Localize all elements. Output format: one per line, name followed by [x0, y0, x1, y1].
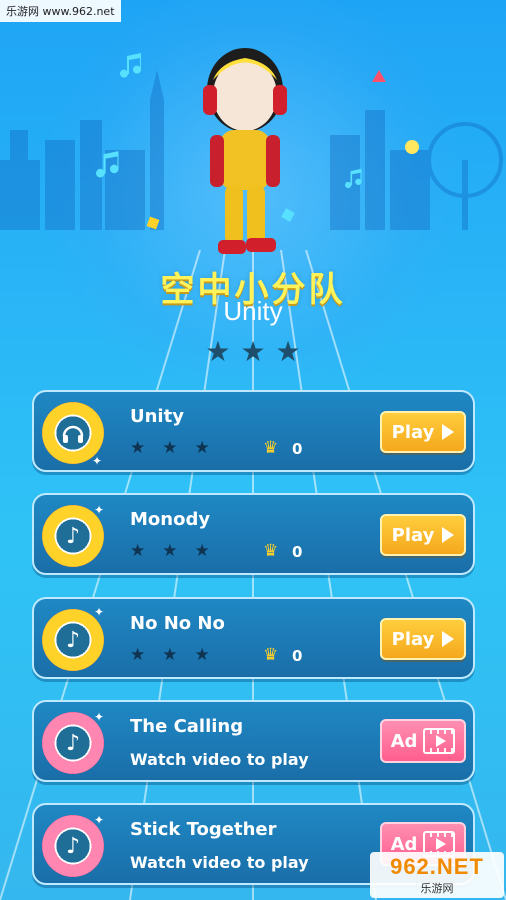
- star-icon: ★: [194, 438, 210, 458]
- ad-button[interactable]: Ad: [380, 719, 466, 763]
- star-icon: ★: [130, 438, 146, 458]
- song-name: Monody: [130, 509, 211, 530]
- song-card-the-calling[interactable]: ♪ ✦ The Calling Watch video to play Ad: [32, 700, 475, 782]
- sparkle-icon: ✦: [92, 454, 103, 468]
- watch-video-text: Watch video to play: [130, 853, 309, 872]
- crown-icon: ♛: [263, 438, 279, 458]
- star-icon: ★: [162, 438, 178, 458]
- sparkle-icon: ✦: [94, 503, 105, 517]
- star-icon: ★: [130, 645, 146, 665]
- crown-count: 0: [292, 440, 303, 458]
- game-screen: 乐游网 www.962.net 空中小分队 Unity ★ ★ ★ ✦ Unity …: [0, 0, 506, 900]
- star-icon: ★: [162, 541, 178, 561]
- video-icon: [423, 728, 456, 754]
- crown-icon: ♛: [263, 645, 279, 665]
- crown-count: 0: [292, 543, 303, 561]
- song-star-rating: ★ ★ ★: [130, 645, 227, 665]
- song-name: Stick Together: [130, 819, 277, 840]
- play-button[interactable]: Play: [380, 411, 466, 453]
- sparkle-icon: ✦: [94, 813, 105, 827]
- star-icon: ★: [275, 335, 301, 368]
- watermark-top: 乐游网 www.962.net: [0, 0, 121, 22]
- confetti-red: [372, 70, 386, 82]
- music-note-icon: [120, 53, 141, 78]
- star-icon: ★: [194, 645, 210, 665]
- play-icon: [442, 424, 455, 440]
- ad-button-label: Ad: [390, 730, 418, 752]
- watermark-logo: 962.NET: [390, 854, 484, 879]
- star-icon: ★: [240, 335, 266, 368]
- crown-icon: ♛: [263, 541, 279, 561]
- star-icon: ★: [130, 541, 146, 561]
- song-name: Unity: [130, 406, 184, 427]
- music-note-icon: [96, 151, 119, 178]
- song-card-unity[interactable]: ✦ Unity ★ ★ ★ ♛ 0 Play: [32, 390, 475, 472]
- song-star-rating: ★ ★ ★: [130, 438, 227, 458]
- play-button[interactable]: Play: [380, 514, 466, 556]
- play-icon: [442, 527, 455, 543]
- play-button-label: Play: [391, 524, 435, 546]
- star-icon: ★: [205, 335, 231, 368]
- watch-video-text: Watch video to play: [130, 750, 309, 769]
- watermark-sub: 乐游网: [420, 882, 454, 895]
- sparkle-icon: ✦: [94, 605, 105, 619]
- watermark-bottom: 962.NET 乐游网: [370, 852, 504, 898]
- star-icon: ★: [194, 541, 210, 561]
- music-note-icon: [345, 168, 362, 189]
- play-button-label: Play: [391, 628, 435, 650]
- hero-star-rating: ★ ★ ★: [0, 338, 506, 366]
- song-card-monody[interactable]: ♪ ✦ Monody ★ ★ ★ ♛ 0 Play: [32, 493, 475, 575]
- current-song-name: Unity: [223, 296, 283, 326]
- play-button[interactable]: Play: [380, 618, 466, 660]
- confetti-dot: [405, 140, 419, 154]
- song-card-no-no-no[interactable]: ♪ ✦ No No No ★ ★ ★ ♛ 0 Play: [32, 597, 475, 679]
- crown-count: 0: [292, 647, 303, 665]
- play-icon: [442, 631, 455, 647]
- song-name: The Calling: [130, 716, 244, 737]
- play-button-label: Play: [391, 421, 435, 443]
- song-name: No No No: [130, 613, 225, 634]
- character-avatar: [203, 48, 287, 254]
- star-icon: ★: [162, 645, 178, 665]
- song-star-rating: ★ ★ ★: [130, 541, 227, 561]
- sparkle-icon: ✦: [94, 710, 105, 724]
